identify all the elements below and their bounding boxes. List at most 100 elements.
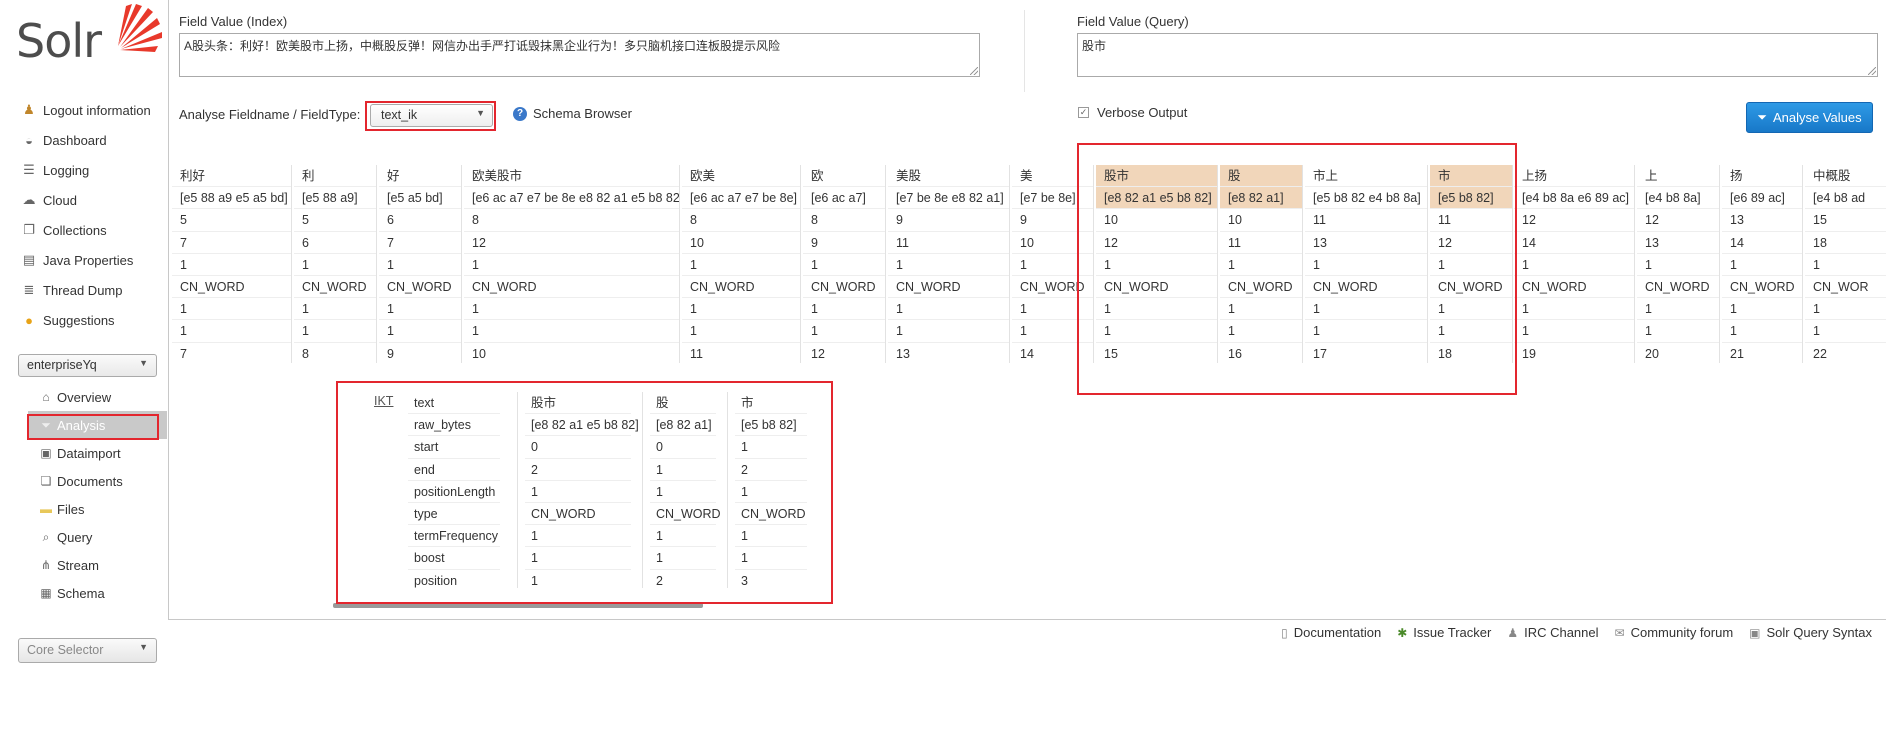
query-field-label: Field Value (Query) bbox=[1077, 14, 1189, 29]
token-column: 欧美股市 [e6 ac a7 e7 be 8e e8 82 a1 e5 b8 82… bbox=[464, 165, 680, 363]
ikt-row-label: raw_bytes bbox=[408, 414, 500, 437]
core-dropdown[interactable]: enterpriseYq ▼ bbox=[18, 354, 157, 377]
core-nav-item-dataimport[interactable]: ▣ Dataimport bbox=[28, 439, 167, 467]
token-start-cell: 12 bbox=[1637, 209, 1720, 232]
token-end-cell: 13 bbox=[1637, 232, 1720, 254]
ikt-row-label: end bbox=[408, 459, 500, 481]
column-separator bbox=[1634, 165, 1635, 363]
content-divider bbox=[168, 619, 1886, 620]
schema-browser-link[interactable]: ? Schema Browser bbox=[513, 106, 632, 121]
stream-icon: ⋔ bbox=[40, 558, 52, 572]
solr-sun-icon bbox=[118, 4, 162, 52]
user-key-icon: ♟ bbox=[23, 102, 35, 117]
solr-logo[interactable]: Solr bbox=[16, 2, 162, 68]
ikt-token-cell: 2 bbox=[735, 459, 807, 481]
collections-icon: ❐ bbox=[23, 222, 35, 237]
token-column: 利 [e5 88 a9] 5 6 1 CN_WORD 1 1 8 bbox=[294, 165, 377, 363]
token-bytes-cell: [e5 b8 82 e4 b8 8a] bbox=[1305, 187, 1428, 210]
token-column: 欧 [e6 ac a7] 8 9 1 CN_WORD 1 1 12 bbox=[803, 165, 886, 363]
ikt-row-label: type bbox=[408, 503, 500, 526]
token-start-cell: 8 bbox=[464, 209, 680, 232]
ikt-row-label: boost bbox=[408, 547, 500, 570]
footer-link-solr-query-syntax[interactable]: ▣ Solr Query Syntax bbox=[1749, 625, 1872, 640]
analyse-values-button[interactable]: ⏷ Analyse Values bbox=[1746, 102, 1873, 133]
core-nav-item-files[interactable]: ▬ Files bbox=[28, 495, 167, 523]
core-nav-item-stream[interactable]: ⋔ Stream bbox=[28, 551, 167, 579]
core-nav-item-schema[interactable]: ▦ Schema bbox=[28, 579, 167, 607]
ikt-row-label: positionLength bbox=[408, 481, 500, 503]
footer-link-documentation[interactable]: ▯ Documentation bbox=[1281, 625, 1381, 640]
footer-link-community-forum[interactable]: ✉ Community forum bbox=[1615, 625, 1734, 640]
index-field-label: Field Value (Index) bbox=[179, 14, 288, 29]
token-text-cell: 利好 bbox=[172, 165, 292, 188]
sidebar-item-cloud[interactable]: ☁ Cloud bbox=[20, 185, 168, 215]
token-column: 美股 [e7 be 8e e8 82 a1] 9 11 1 CN_WORD 1 1 13 bbox=[888, 165, 1010, 363]
token-pos-cell: 7 bbox=[180, 346, 187, 361]
ikt-token-cell: CN_WORD bbox=[735, 503, 807, 526]
token-posLen-cell: 1 bbox=[1805, 254, 1886, 276]
ikt-token-cell: 1 bbox=[735, 547, 807, 570]
footer-link-irc-channel[interactable]: ♟ IRC Channel bbox=[1507, 625, 1598, 640]
core-selector[interactable]: Core Selector ▼ bbox=[18, 638, 157, 663]
core-nav-item-documents[interactable]: ❏ Documents bbox=[28, 467, 167, 495]
column-separator bbox=[1093, 165, 1094, 363]
token-tf-cell: 1 bbox=[379, 298, 462, 321]
checkbox-checked-icon[interactable]: ✓ bbox=[1078, 107, 1089, 118]
token-column: 美 [e7 be 8e] 9 10 1 CN_WORD 1 1 14 bbox=[1012, 165, 1094, 363]
ikt-token-cell: 2 bbox=[656, 573, 663, 588]
token-boost-cell: 1 bbox=[682, 320, 801, 343]
sidebar-item-suggestions[interactable]: ● Suggestions bbox=[20, 305, 168, 335]
verbose-output-toggle[interactable]: ✓ Verbose Output bbox=[1078, 105, 1187, 120]
sidebar-item-label: Logging bbox=[43, 162, 90, 178]
token-bytes-cell: [e7 be 8e] bbox=[1012, 187, 1094, 210]
token-start-cell: 6 bbox=[379, 209, 462, 232]
ikt-tokenizer-label[interactable]: IKT bbox=[374, 394, 393, 408]
token-boost-cell: 1 bbox=[1305, 320, 1428, 343]
column-separator bbox=[1512, 165, 1513, 363]
index-field-input[interactable]: A股头条：利好！欧美股市上扬，中概股反弹！网信办出手严打诋毁抹黑企业行为！多只脑… bbox=[179, 33, 980, 77]
core-nav-item-query[interactable]: ⌕ Query bbox=[28, 523, 167, 551]
core-nav-item-overview[interactable]: ⌂ Overview bbox=[28, 383, 167, 411]
query-field-input[interactable]: 股市 bbox=[1077, 33, 1878, 77]
ikt-token-cell: 1 bbox=[650, 547, 716, 570]
token-type-cell: CN_WORD bbox=[1012, 276, 1094, 299]
token-text-cell: 欧 bbox=[803, 165, 886, 188]
token-text-cell: 扬 bbox=[1722, 165, 1803, 188]
token-start-cell: 9 bbox=[1012, 209, 1094, 232]
token-pos-cell: 22 bbox=[1813, 346, 1827, 361]
token-text-cell: 美 bbox=[1012, 165, 1094, 188]
token-text-cell: 中概股 bbox=[1805, 165, 1886, 188]
core-dropdown-value: enterpriseYq bbox=[27, 358, 97, 372]
token-type-cell: CN_WORD bbox=[1430, 276, 1513, 299]
sidebar-item-thread-dump[interactable]: ≣ Thread Dump bbox=[20, 275, 168, 305]
token-start-cell: 13 bbox=[1722, 209, 1803, 232]
column-separator bbox=[1302, 165, 1303, 363]
irc-icon: ♟ bbox=[1507, 625, 1519, 640]
ikt-row-label: start bbox=[408, 436, 500, 459]
token-bytes-cell: [e6 ac a7] bbox=[803, 187, 886, 210]
core-nav-item-analysis[interactable]: ⏷ Analysis bbox=[28, 411, 167, 439]
token-text-cell: 股市 bbox=[1096, 165, 1218, 188]
token-posLen-cell: 1 bbox=[1722, 254, 1803, 276]
sidebar-item-dashboard[interactable]: ◒ Dashboard bbox=[20, 125, 168, 155]
sidebar-item-logging[interactable]: ☰ Logging bbox=[20, 155, 168, 185]
sidebar-item-logout-information[interactable]: ♟ Logout information bbox=[20, 95, 168, 125]
token-bytes-cell: [e5 88 a9 e5 a5 bd] bbox=[172, 187, 292, 210]
token-boost-cell: 1 bbox=[294, 320, 377, 343]
fieldtype-label: Analyse Fieldname / FieldType: bbox=[179, 107, 361, 122]
column-separator bbox=[800, 165, 801, 363]
sidebar-item-java-properties[interactable]: ▤ Java Properties bbox=[20, 245, 168, 275]
core-nav-item-label: Analysis bbox=[57, 417, 106, 433]
token-end-cell: 14 bbox=[1514, 232, 1635, 254]
footer-link-issue-tracker[interactable]: ✱ Issue Tracker bbox=[1397, 625, 1491, 640]
schema-browser-label: Schema Browser bbox=[533, 106, 632, 121]
token-boost-cell: 1 bbox=[1430, 320, 1513, 343]
token-type-cell: CN_WORD bbox=[1637, 276, 1720, 299]
token-start-cell: 10 bbox=[1096, 209, 1218, 232]
fieldtype-select[interactable]: text_ik ▼ bbox=[370, 104, 493, 127]
token-column: 市上 [e5 b8 82 e4 b8 8a] 11 13 1 CN_WORD 1 1 17 bbox=[1305, 165, 1428, 363]
token-boost-cell: 1 bbox=[464, 320, 680, 343]
sidebar-item-collections[interactable]: ❐ Collections bbox=[20, 215, 168, 245]
horizontal-scrollbar[interactable] bbox=[333, 603, 703, 608]
column-separator bbox=[376, 165, 377, 363]
